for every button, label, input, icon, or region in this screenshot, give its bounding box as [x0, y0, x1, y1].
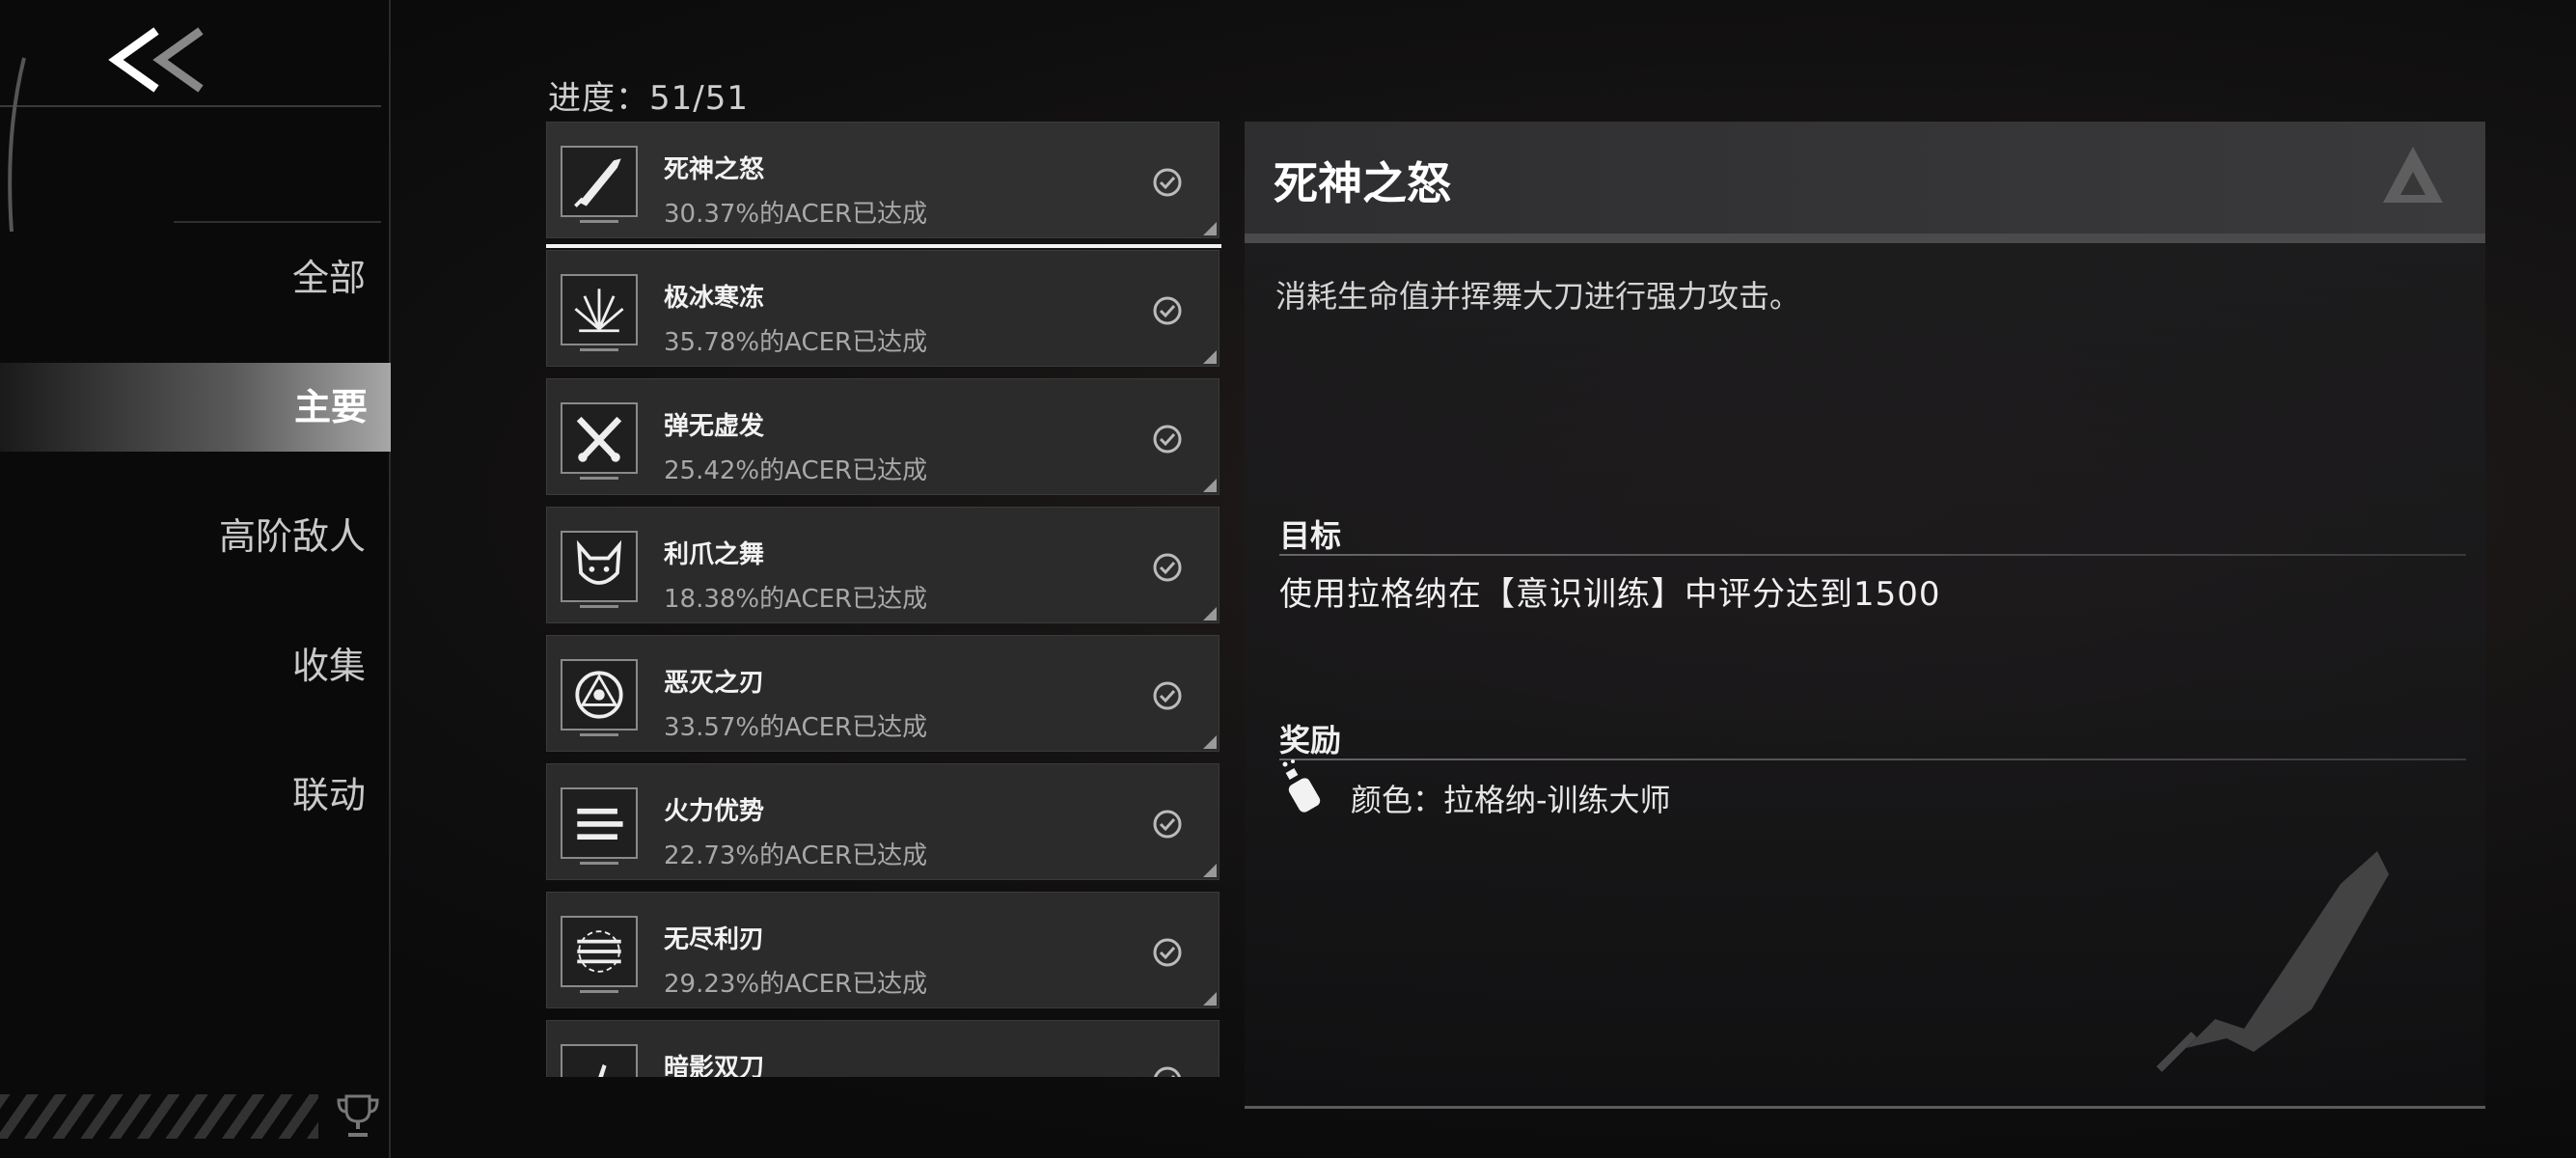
- fox-mask-icon: [576, 539, 622, 585]
- nav-tab-label: 收集: [291, 645, 366, 687]
- nav-tab-label: 主要: [293, 386, 368, 428]
- reward-divider: [1279, 758, 2466, 760]
- achievement-rate: 29.23%的ACER已达成: [664, 970, 928, 999]
- check-circle-icon: [1153, 938, 1182, 967]
- achievement-icon-frame: [561, 1044, 638, 1077]
- achievement-icon-frame: [561, 531, 638, 608]
- achievement-icon-frame: [561, 916, 638, 993]
- achievement-title: 极冰寒冻: [664, 284, 765, 313]
- paint-spray-icon: [1282, 759, 1321, 813]
- achievement-title: 利爪之舞: [664, 540, 765, 569]
- nav-tab-main[interactable]: 主要: [0, 363, 391, 452]
- detail-header: 死神之怒: [1245, 122, 2485, 243]
- achievement-card[interactable]: 恶灭之刃 33.57%的ACER已达成: [546, 635, 1219, 752]
- achievement-card[interactable]: 利爪之舞 18.38%的ACER已达成: [546, 507, 1219, 623]
- achievement-title: 火力优势: [664, 797, 765, 826]
- goal-text: 使用拉格纳在【意识训练】中评分达到1500: [1279, 575, 1941, 614]
- hatch-decoration: [0, 1094, 318, 1139]
- sigil-circle-icon: [575, 671, 623, 719]
- dual-blade-icon: [598, 1063, 607, 1077]
- achievement-rate: 25.42%的ACER已达成: [664, 456, 928, 485]
- achievement-detail-panel: 死神之怒 消耗生命值并挥舞大刀进行强力攻击。 目标 使用拉格纳在【意识训练】中评…: [1245, 122, 2485, 1109]
- achievement-card[interactable]: 暗影双刀: [546, 1020, 1219, 1077]
- brand-logo-icon: [2383, 147, 2443, 203]
- achievement-rate: 33.57%的ACER已达成: [664, 713, 928, 742]
- nav-tab-label: 联动: [291, 774, 366, 816]
- achievement-card[interactable]: 死神之怒 30.37%的ACER已达成: [546, 122, 1221, 248]
- nav-tab-elite-enemies[interactable]: 高阶敌人: [0, 492, 375, 581]
- achievement-rate: 22.73%的ACER已达成: [664, 841, 928, 870]
- category-sidebar: 全部 主要 高阶敌人 收集 联动: [0, 0, 391, 1158]
- reward-label: 奖励: [1279, 722, 1342, 758]
- achievement-icon-frame: [561, 787, 638, 865]
- nav-tab-all[interactable]: 全部: [0, 234, 375, 322]
- achievement-title: 弹无虚发: [664, 412, 765, 441]
- check-circle-icon: [1153, 681, 1182, 710]
- check-circle-icon: [1153, 296, 1182, 325]
- nav-tab-label: 高阶敌人: [218, 515, 366, 558]
- back-button[interactable]: [106, 21, 212, 98]
- crossed-pistols-icon: [576, 416, 622, 462]
- trophy-icon: [337, 1094, 379, 1137]
- greatsword-icon: [574, 158, 621, 207]
- missiles-icon: [577, 808, 623, 841]
- check-circle-icon: [1154, 1066, 1181, 1077]
- nav-tab-label: 全部: [291, 257, 366, 299]
- achievement-title: 恶灭之刃: [664, 669, 765, 698]
- progress-counter: 进度：51/51: [548, 79, 749, 118]
- achievement-title: 暗影双刀: [664, 1054, 765, 1077]
- check-circle-icon: [1153, 168, 1182, 197]
- nav-tab-collection[interactable]: 收集: [0, 621, 375, 710]
- achievement-title: 无尽利刃: [664, 925, 765, 954]
- achievement-icon-frame: [561, 146, 638, 223]
- achievement-card[interactable]: 火力优势 22.73%的ACER已达成: [546, 763, 1219, 880]
- ice-crystal-icon: [574, 289, 624, 333]
- achievement-title: 死神之怒: [664, 155, 765, 184]
- nav-tab-collab[interactable]: 联动: [0, 751, 375, 840]
- achievement-rate: 35.78%的ACER已达成: [664, 328, 928, 357]
- greatsword-icon: [2156, 851, 2389, 1072]
- goal-divider: [1279, 554, 2466, 556]
- goal-label: 目标: [1279, 517, 1342, 554]
- check-circle-icon: [1153, 425, 1182, 454]
- achievement-rate: 18.38%的ACER已达成: [664, 585, 928, 614]
- achievement-card[interactable]: 无尽利刃 29.23%的ACER已达成: [546, 892, 1219, 1008]
- check-circle-icon: [1153, 553, 1182, 582]
- detail-description: 消耗生命值并挥舞大刀进行强力攻击。: [1275, 278, 1801, 315]
- achievement-card[interactable]: 弹无虚发 25.42%的ACER已达成: [546, 378, 1219, 495]
- detail-title: 死神之怒: [1274, 157, 1451, 209]
- achievement-card[interactable]: 极冰寒冻 35.78%的ACER已达成: [546, 250, 1219, 367]
- reward-text: 颜色：拉格纳-训练大师: [1351, 782, 1671, 818]
- achievement-rate: 30.37%的ACER已达成: [664, 200, 928, 229]
- blade-ring-icon: [577, 930, 621, 973]
- double-chevron-left-icon: [108, 27, 204, 93]
- achievement-icon-frame: [561, 659, 638, 736]
- achievement-icon-frame: [561, 274, 638, 351]
- check-circle-icon: [1153, 810, 1182, 839]
- achievement-icon-frame: [561, 402, 638, 480]
- achievement-list[interactable]: 死神之怒 30.37%的ACER已达成 极冰寒冻 35.78%的ACER已达成 …: [546, 122, 1221, 1077]
